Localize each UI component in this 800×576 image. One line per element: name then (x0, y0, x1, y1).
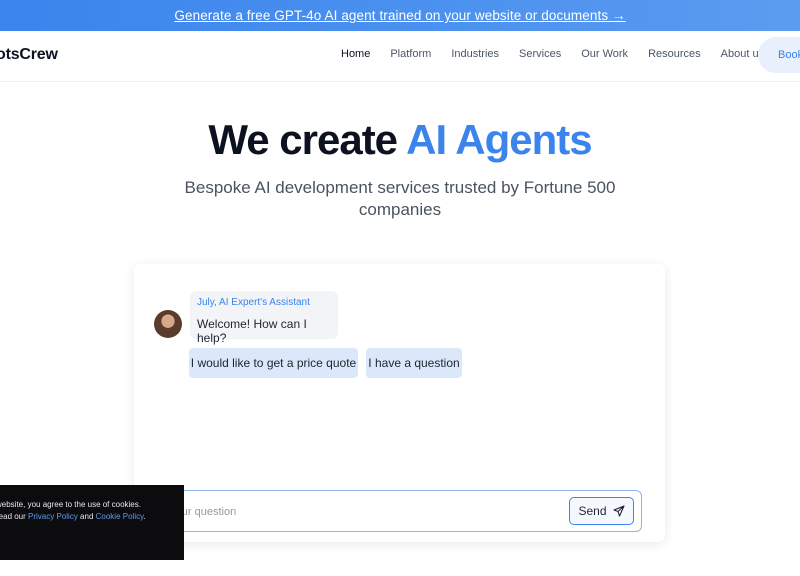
send-label: Send (578, 504, 607, 518)
cookie-text: website, you agree to the use of cookies… (0, 500, 141, 509)
hero-title: We create AI Agents (0, 116, 800, 164)
cookie-text-prefix: read our (0, 512, 26, 521)
hero-subtitle: Bespoke AI development services trusted … (184, 178, 616, 219)
welcome-message: Welcome! How can I help? (197, 317, 307, 345)
cookie-policy-link[interactable]: Cookie Policy (96, 512, 144, 521)
hero-title-accent: AI Agents (406, 116, 592, 163)
privacy-policy-link[interactable]: Privacy Policy (28, 512, 78, 521)
top-nav: otsCrew Home Platform Industries Service… (0, 31, 800, 82)
nav-item-platform[interactable]: Platform (390, 48, 431, 60)
cookie-links-line: read our Privacy Policy and Cookie Polic… (0, 511, 146, 523)
book-button[interactable]: Book (758, 37, 800, 73)
agent-name: July, AI Expert's Assistant (197, 297, 310, 308)
nav-item-our-work[interactable]: Our Work (581, 48, 628, 60)
nav-item-services[interactable]: Services (519, 48, 561, 60)
quick-reply-price-quote[interactable]: I would like to get a price quote (189, 348, 358, 378)
main-menu: Home Platform Industries Services Our Wo… (341, 48, 784, 60)
hero-title-main: We create (208, 116, 407, 163)
cookie-banner: website, you agree to the use of cookies… (0, 485, 184, 560)
send-button[interactable]: Send (569, 497, 634, 525)
chat-input[interactable] (159, 500, 563, 524)
nav-item-industries[interactable]: Industries (451, 48, 499, 60)
cookie-text-suffix: . (143, 512, 146, 521)
nav-item-resources[interactable]: Resources (648, 48, 701, 60)
agent-avatar (154, 310, 182, 338)
cookie-text-and: and (77, 512, 96, 521)
logo[interactable]: otsCrew (0, 46, 58, 64)
promo-link[interactable]: Generate a free GPT-4o AI agent trained … (174, 8, 625, 23)
quick-reply-question[interactable]: I have a question (366, 348, 462, 378)
chat-input-row: Send (150, 490, 642, 532)
promo-banner: Generate a free GPT-4o AI agent trained … (0, 0, 800, 31)
agent-message-bubble: July, AI Expert's Assistant Welcome! How… (190, 291, 338, 345)
nav-item-home[interactable]: Home (341, 48, 370, 60)
send-icon (612, 505, 625, 517)
